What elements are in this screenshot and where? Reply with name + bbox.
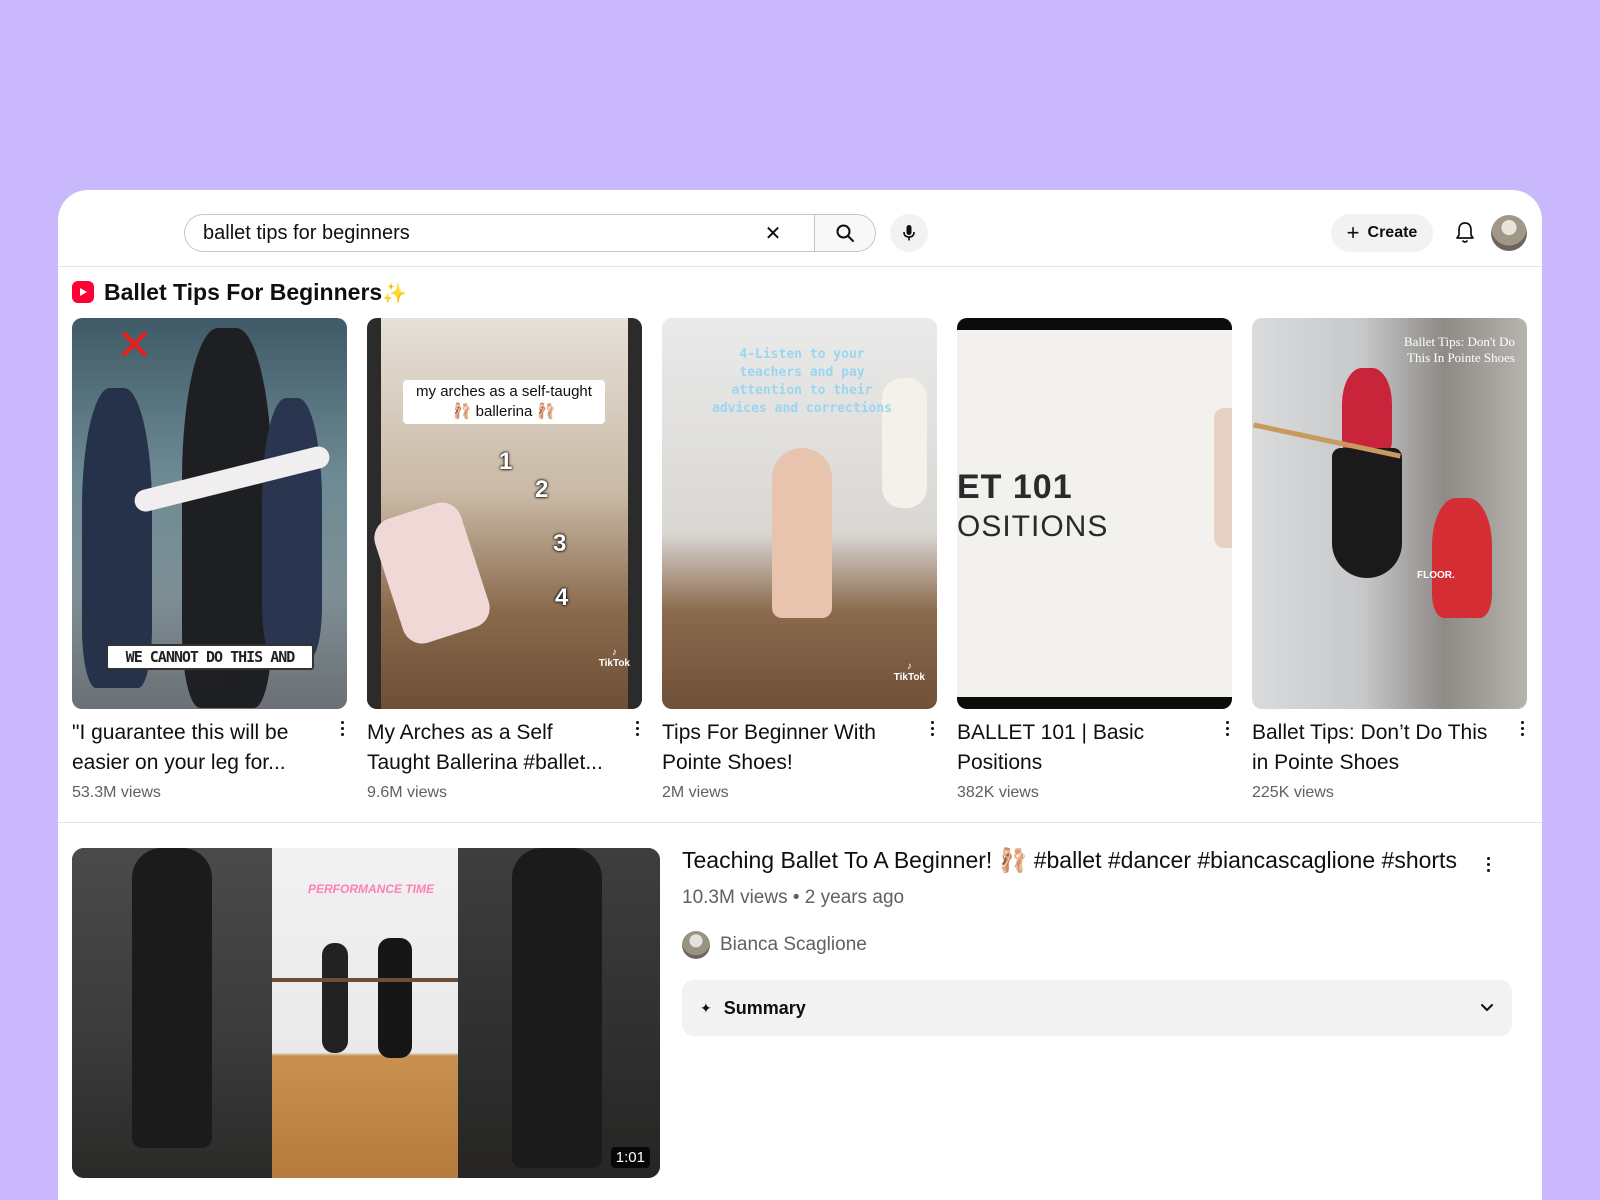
video-title[interactable]: Teaching Ballet To A Beginner! 🩰 #ballet… [682,845,1482,875]
short-title[interactable]: Tips For Beginner With Pointe Shoes! [662,718,912,778]
short-thumbnail[interactable]: Ballet Tips: Don't Do This In Pointe Sho… [1252,318,1527,709]
short-title[interactable]: BALLET 101 | Basic Positions [957,718,1207,778]
short-title[interactable]: "I guarantee this will be easier on your… [72,718,322,778]
browser-window: ✕ + Create [58,190,1542,1200]
top-bar: ✕ + Create [58,190,1542,267]
thumbnail-caption: Ballet Tips: Don't Do This In Pointe Sho… [1403,334,1515,365]
thumbnail-caption: OSITIONS [957,510,1109,543]
short-card[interactable]: ✕ WE CANNOT DO THIS AND THIS. "I guarant… [72,318,347,808]
short-card[interactable]: ET 101 OSITIONS BALLET 101 | Basic Posit… [957,318,1232,808]
short-thumbnail[interactable]: ET 101 OSITIONS [957,318,1232,709]
tiktok-watermark: ♪ TikTok [598,647,630,669]
short-title[interactable]: My Arches as a Self Taught Ballerina #ba… [367,718,617,778]
short-thumbnail[interactable]: ✕ WE CANNOT DO THIS AND THIS. [72,318,347,709]
channel-avatar[interactable] [682,931,710,959]
create-label: Create [1367,224,1418,241]
tiktok-watermark: ♪ TikTok [893,661,925,683]
section-title: Ballet Tips For Beginners✨ [104,278,408,305]
summary-label: Summary [723,997,806,1018]
notifications-button[interactable] [1450,218,1480,248]
video-meta: 10.3M views • 2 years ago [682,887,905,908]
thumbnail-caption: FLOOR. [1417,570,1455,581]
short-title[interactable]: Ballet Tips: Don’t Do This in Pointe Sho… [1252,718,1502,778]
more-options-icon[interactable] [924,718,940,738]
sparkle-icon: ✨ [382,282,408,305]
shorts-section-header: Ballet Tips For Beginners✨ [72,278,407,306]
short-thumbnail[interactable]: 4-Listen to your teachers and pay attent… [662,318,937,709]
create-button[interactable]: + Create [1331,214,1433,252]
more-options-icon[interactable] [334,718,350,738]
mic-icon [903,225,915,241]
short-views: 225K views [1252,784,1334,801]
thumbnail-caption: 4-Listen to your teachers and pay attent… [712,347,893,416]
overlay-number: 4 [555,584,569,611]
search-input[interactable] [203,215,743,251]
chevron-down-icon [1481,1004,1493,1011]
thumbnail-caption: ET 101 [957,468,1073,506]
close-icon[interactable]: ✕ [760,221,786,247]
search-box[interactable]: ✕ [184,214,814,252]
short-views: 2M views [662,784,729,801]
more-options-icon[interactable] [1219,718,1235,738]
overlay-number: 1 [499,448,513,475]
overlay-number: 2 [535,476,549,503]
more-options-icon[interactable] [1514,718,1530,738]
thumbnail-caption: my arches as a self-taught 🩰 ballerina 🩰 [403,380,605,424]
cross-mark-icon: ✕ [116,321,153,370]
thumbnail-caption: WE CANNOT DO THIS AND THIS. [106,644,314,688]
video-duration: 1:01 [610,1147,650,1168]
shorts-icon [72,281,94,303]
sparkle-icon: ✦ [700,999,712,1016]
more-options-icon[interactable] [629,718,645,738]
short-views: 382K views [957,784,1039,801]
short-views: 53.3M views [72,784,161,801]
search-icon [836,224,854,242]
mic-button[interactable] [890,214,928,252]
plus-icon: + [1346,220,1360,245]
short-card[interactable]: my arches as a self-taught 🩰 ballerina 🩰… [367,318,642,808]
avatar[interactable] [1491,215,1527,251]
short-card[interactable]: 4-Listen to your teachers and pay attent… [662,318,937,808]
divider [58,822,1542,823]
short-views: 9.6M views [367,784,448,801]
thumbnail-caption: PERFORMANCE TIME [308,882,434,896]
search-button[interactable] [814,214,876,252]
overlay-number: 3 [553,530,567,557]
channel-link[interactable]: Bianca Scaglione [682,930,867,960]
channel-name[interactable]: Bianca Scaglione [720,934,867,956]
more-options-icon[interactable] [1480,854,1496,874]
summary-expander[interactable]: ✦ Summary [682,980,1512,1036]
video-thumbnail[interactable]: PERFORMANCE TIME 1:01 [72,848,660,1178]
short-thumbnail[interactable]: my arches as a self-taught 🩰 ballerina 🩰… [367,318,642,709]
bell-icon [1456,222,1474,243]
shorts-row: ✕ WE CANNOT DO THIS AND THIS. "I guarant… [72,318,1528,808]
short-card[interactable]: Ballet Tips: Don't Do This In Pointe Sho… [1252,318,1527,808]
